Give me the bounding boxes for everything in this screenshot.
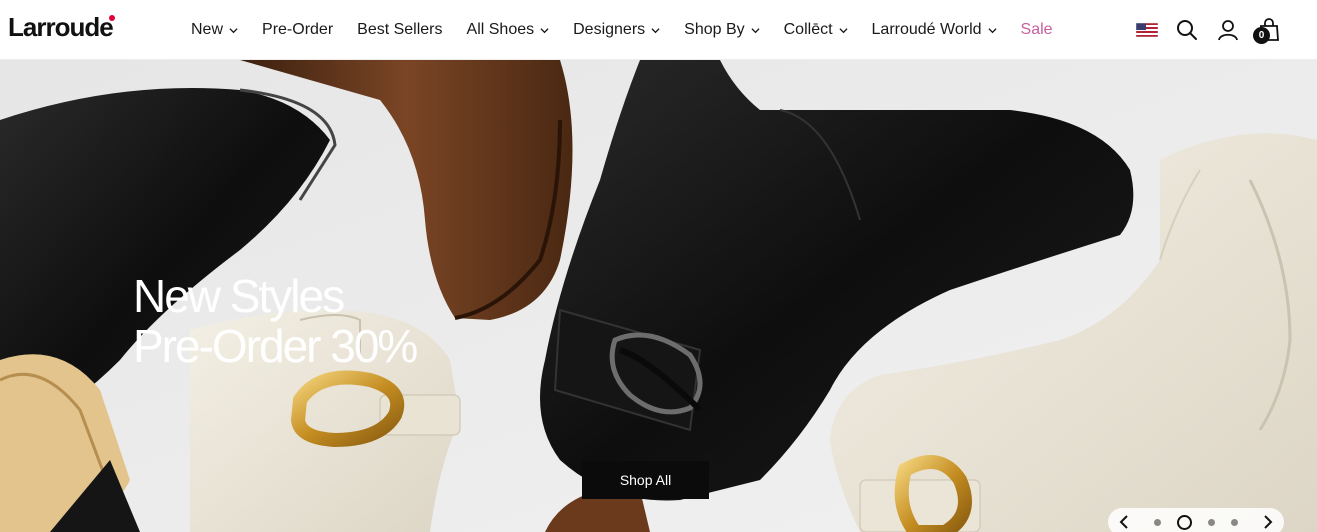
brand-name: Larroude — [8, 12, 114, 42]
search-icon — [1177, 20, 1197, 40]
chevron-down-icon — [987, 27, 997, 33]
slider-controls — [1108, 508, 1284, 532]
slider-dot[interactable] — [1208, 518, 1215, 526]
hero-banner[interactable]: New Styles Pre-Order 30% Shop All — [0, 60, 1317, 532]
chevron-down-icon — [229, 27, 238, 33]
nav-item-label: Best Sellers — [357, 21, 443, 38]
nav-item-larroude-world[interactable]: Larroudé World — [872, 21, 997, 39]
hero-headline-line-1: New Styles — [133, 270, 345, 322]
nav-item-label: Sale — [1020, 21, 1053, 38]
slider-dot[interactable] — [1154, 518, 1161, 526]
account-button[interactable] — [1217, 0, 1239, 60]
nav-item-label: Shop By — [684, 21, 745, 38]
slider-next-button[interactable] — [1260, 514, 1276, 530]
nav-item-all-shoes[interactable]: All Shoes — [467, 21, 550, 39]
nav-item-designers[interactable]: Designers — [573, 21, 660, 39]
hero-headline-line-2: Pre-Order 30% — [133, 320, 418, 372]
chevron-down-icon — [751, 27, 760, 33]
chevron-left-icon — [1119, 515, 1128, 529]
chevron-right-icon — [1264, 515, 1273, 529]
slider-dots — [1146, 514, 1246, 530]
nav-item-pre-order[interactable]: Pre-Order — [262, 21, 333, 39]
chevron-down-icon — [651, 27, 660, 33]
nav-item-label: New — [191, 21, 224, 38]
nav-item-label: Larroudé World — [871, 21, 982, 38]
us-flag-icon — [1136, 23, 1158, 37]
hero-headline: New Styles Pre-Order 30% — [133, 270, 418, 372]
nav-item-label: All Shoes — [466, 21, 535, 38]
nav-item-new[interactable]: New — [191, 21, 238, 39]
cart-button[interactable]: 0 — [1253, 0, 1282, 60]
nav-item-label: Pre-Order — [262, 21, 334, 38]
site-header: Larroude New Pre-Order Best Sellers All … — [0, 0, 1317, 60]
cart-count-badge: 0 — [1253, 27, 1270, 44]
chevron-down-icon — [838, 27, 848, 33]
logo-accent-dot — [108, 15, 115, 21]
slider-dot[interactable] — [1231, 518, 1238, 526]
slider-dot-active[interactable] — [1177, 514, 1192, 530]
chevron-down-icon — [540, 27, 549, 33]
locale-selector[interactable] — [1136, 0, 1158, 60]
brand-logo[interactable]: Larroude — [8, 12, 115, 43]
shop-all-button[interactable]: Shop All — [582, 461, 709, 499]
account-icon — [1218, 20, 1238, 41]
nav-item-collect[interactable]: Collēct — [784, 21, 848, 39]
slider-prev-button[interactable] — [1116, 514, 1132, 530]
nav-item-shop-by[interactable]: Shop By — [684, 21, 760, 39]
nav-item-best-sellers[interactable]: Best Sellers — [357, 21, 442, 39]
search-button[interactable] — [1176, 0, 1198, 60]
nav-item-label: Designers — [573, 21, 646, 38]
nav-item-label: Collēct — [783, 21, 833, 38]
nav-item-sale[interactable]: Sale — [1021, 21, 1053, 39]
main-nav: New Pre-Order Best Sellers All Shoes Des… — [191, 0, 1077, 60]
